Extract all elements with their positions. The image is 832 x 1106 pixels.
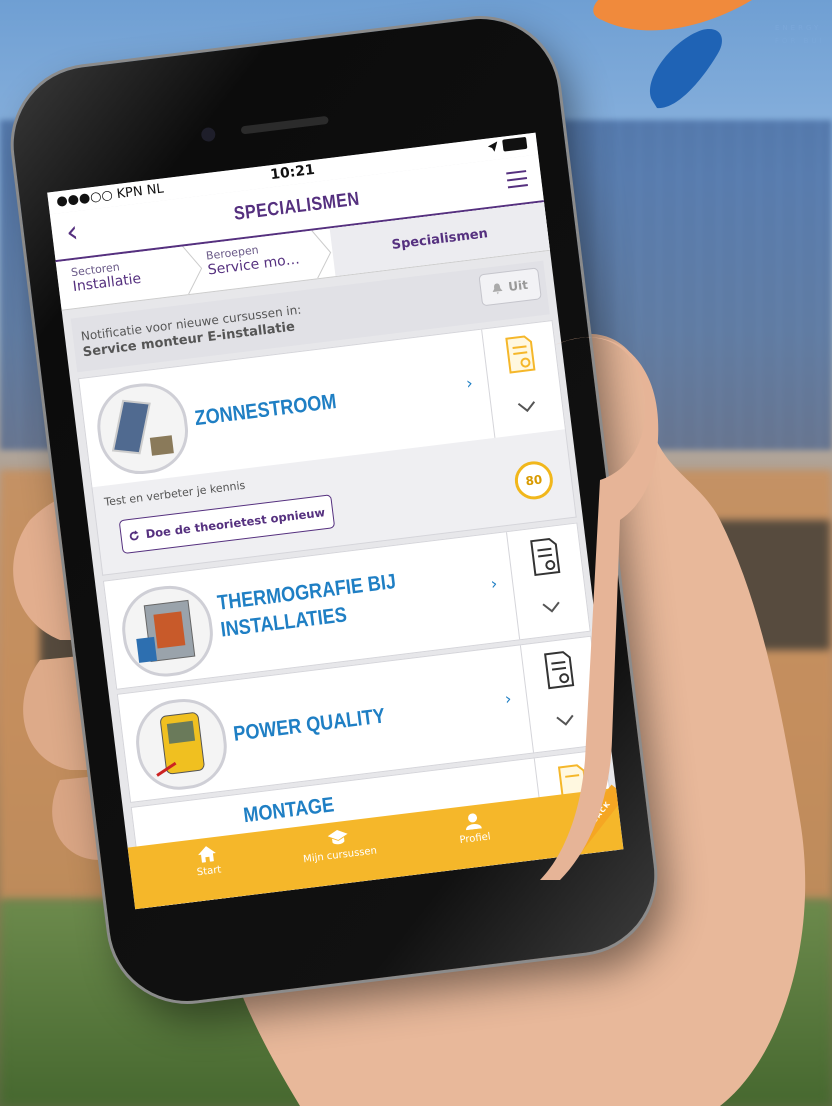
thermal-camera-icon	[136, 599, 196, 663]
feedback-ribbon[interactable]: FEEDBACK	[562, 784, 624, 859]
tab-profiel[interactable]: Profiel	[422, 807, 525, 850]
tab-start[interactable]: Start	[156, 840, 259, 883]
certificate-icon[interactable]	[504, 334, 536, 375]
course-title: ZONNESTROOM	[193, 390, 338, 431]
app-screen: ●●●○○ KPN NL 10:21 ‹ SPECIALISMEN Sector…	[47, 132, 624, 910]
chevron-right-icon[interactable]: ›	[504, 689, 513, 709]
test-label: Test en verbeter je kennis	[103, 478, 246, 509]
zonnestroom-thumbnail	[92, 378, 193, 479]
certificate-icon[interactable]	[529, 536, 561, 577]
location-arrow-icon	[487, 141, 498, 152]
refresh-icon	[129, 529, 139, 540]
hamburger-menu-icon[interactable]	[506, 170, 528, 193]
toggle-label: Uit	[507, 277, 529, 295]
card-side-actions	[481, 321, 566, 439]
breadcrumb-separator-icon	[182, 246, 203, 295]
card-side-actions	[505, 523, 590, 640]
back-chevron-icon[interactable]: ‹	[64, 214, 80, 250]
graduation-cap-icon	[327, 830, 348, 845]
thermografie-thumbnail	[117, 581, 218, 682]
score-badge: 80	[512, 459, 556, 502]
power-quality-thumbnail	[131, 694, 232, 795]
tab-label: Mijn cursussen	[302, 845, 378, 866]
notification-toggle-button[interactable]: Uit	[478, 267, 542, 307]
tab-mijn-cursussen[interactable]: Mijn cursussen	[287, 824, 390, 867]
tab-label: Profiel	[459, 831, 492, 847]
breadcrumb-beroepen[interactable]: Beroepen Service mo…	[205, 238, 302, 289]
chevron-down-icon[interactable]	[555, 713, 576, 727]
bell-icon	[492, 282, 503, 294]
chevron-right-icon[interactable]: ›	[465, 373, 474, 393]
solar-panel-icon	[111, 399, 174, 456]
course-title: POWER QUALITY	[232, 704, 387, 746]
smartphone: ●●●○○ KPN NL 10:21 ‹ SPECIALISMEN Sector…	[4, 10, 664, 1010]
course-title: THERMOGRAFIE BIJ INSTALLATIES	[216, 568, 401, 643]
retake-test-label: Doe de theorietest opnieuw	[144, 505, 326, 542]
card-side-actions	[519, 636, 604, 753]
chevron-right-icon[interactable]: ›	[490, 574, 499, 594]
power-analyzer-icon	[156, 712, 205, 777]
breadcrumb-sectoren[interactable]: Sectoren Installatie	[70, 258, 143, 306]
tab-label: Start	[196, 864, 222, 879]
user-icon	[466, 813, 482, 831]
certificate-icon[interactable]	[543, 649, 575, 690]
home-icon	[198, 846, 216, 863]
chevron-down-icon[interactable]	[516, 400, 537, 414]
chevron-down-icon[interactable]	[541, 600, 562, 614]
